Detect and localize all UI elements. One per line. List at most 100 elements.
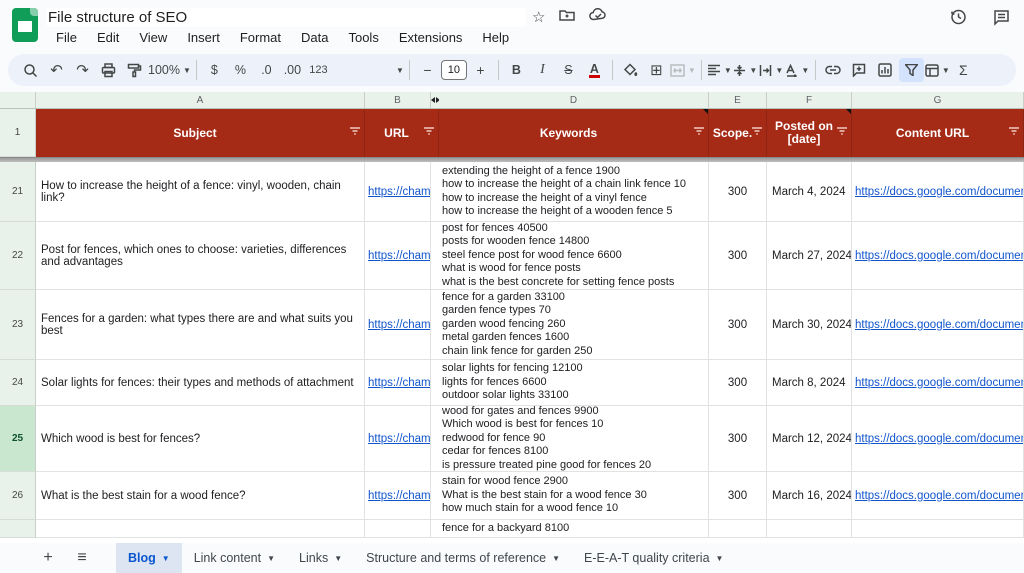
posted-date-cell[interactable]: March 30, 2024 (767, 290, 852, 360)
search-icon[interactable] (18, 58, 43, 82)
row-header-21[interactable]: 21 (0, 162, 36, 222)
url-link[interactable]: https://chamb (368, 319, 431, 331)
scope-cell[interactable]: 300 (709, 406, 767, 472)
menu-file[interactable]: File (48, 28, 85, 47)
redo-icon[interactable]: ↷ (70, 58, 95, 82)
filter-icon[interactable] (751, 127, 763, 140)
scope-cell[interactable]: 300 (709, 222, 767, 290)
sheet-tab-e-e-a-t-quality-criteria[interactable]: E-E-A-T quality criteria▼ (572, 543, 735, 573)
posted-date-cell[interactable]: March 16, 2024 (767, 472, 852, 520)
column-header-D[interactable]: D (439, 92, 709, 109)
grid-corner-select-all[interactable] (0, 92, 36, 109)
content-url-cell[interactable]: https://docs.google.com/document (852, 290, 1024, 360)
row-header-24[interactable]: 24 (0, 360, 36, 406)
menu-extensions[interactable]: Extensions (391, 28, 471, 47)
scope-cell[interactable]: 300 (709, 360, 767, 406)
vertical-align-icon[interactable]: ▼ (733, 58, 758, 82)
header-cell-posted-on-date-[interactable]: Posted on [date] (767, 109, 852, 157)
increase-font-size-button[interactable]: + (468, 58, 493, 82)
posted-date-cell[interactable] (767, 520, 852, 538)
font-size-input[interactable]: 10 (441, 60, 467, 80)
more-formats-button[interactable]: 123 (306, 58, 331, 82)
insert-comment-icon[interactable] (847, 58, 872, 82)
hidden-column-indicator[interactable] (431, 92, 439, 109)
decrease-font-size-button[interactable]: − (415, 58, 440, 82)
italic-button[interactable]: I (530, 58, 555, 82)
row-header-26[interactable]: 26 (0, 472, 36, 520)
comments-icon[interactable] (993, 9, 1010, 31)
row-header-23[interactable]: 23 (0, 290, 36, 360)
url-link[interactable]: https://chamb (368, 433, 431, 445)
posted-date-cell[interactable]: March 4, 2024 (767, 162, 852, 222)
format-currency-button[interactable]: $ (202, 58, 227, 82)
menu-insert[interactable]: Insert (179, 28, 228, 47)
all-sheets-icon[interactable]: ≡ (68, 549, 96, 567)
sheet-tab-structure-and-terms-of-reference[interactable]: Structure and terms of reference▼ (354, 543, 572, 573)
content-url-cell[interactable] (852, 520, 1024, 538)
filter-icon[interactable] (693, 127, 705, 140)
borders-icon[interactable]: ⊞ (644, 58, 669, 82)
scope-cell[interactable]: 300 (709, 290, 767, 360)
zoom-select[interactable]: 100%▼ (148, 58, 191, 82)
posted-date-cell[interactable]: March 12, 2024 (767, 406, 852, 472)
version-history-icon[interactable] (949, 8, 967, 31)
scope-cell[interactable]: 300 (709, 472, 767, 520)
menu-format[interactable]: Format (232, 28, 289, 47)
keywords-cell[interactable]: wood for gates and fences 9900 Which woo… (439, 406, 709, 472)
row-header-27[interactable] (0, 520, 36, 538)
font-family-select[interactable]: ▼ (332, 58, 404, 82)
url-link[interactable]: https://chamb (368, 377, 431, 389)
header-cell-keywords[interactable]: Keywords (439, 109, 709, 157)
column-header-E[interactable]: E (709, 92, 767, 109)
sheets-logo-icon[interactable] (12, 8, 38, 42)
content-url-link[interactable]: https://docs.google.com/document (855, 377, 1024, 389)
url-cell[interactable]: https://chamb (365, 360, 431, 406)
subject-cell[interactable]: Solar lights for fences: their types and… (36, 360, 365, 406)
text-color-button[interactable]: A (582, 58, 607, 82)
column-header-B[interactable]: B (365, 92, 431, 109)
subject-cell[interactable]: Which wood is best for fences? (36, 406, 365, 472)
scope-cell[interactable]: 300 (709, 162, 767, 222)
subject-cell[interactable]: Fences for a garden: what types there ar… (36, 290, 365, 360)
keywords-cell[interactable]: extending the height of a fence 1900 how… (439, 162, 709, 222)
header-cell-subject[interactable]: Subject (36, 109, 365, 157)
url-cell[interactable]: https://chamb (365, 162, 431, 222)
subject-cell[interactable]: How to increase the height of a fence: v… (36, 162, 365, 222)
undo-icon[interactable]: ↶ (44, 58, 69, 82)
spreadsheet-title[interactable]: File structure of SEO (46, 8, 526, 27)
filter-icon[interactable] (836, 127, 848, 140)
text-rotation-icon[interactable]: ▼ (785, 58, 810, 82)
filter-icon[interactable] (423, 127, 435, 140)
url-cell[interactable] (365, 520, 431, 538)
content-url-cell[interactable]: https://docs.google.com/document (852, 406, 1024, 472)
move-to-folder-icon[interactable] (559, 8, 575, 27)
url-cell[interactable]: https://chamb (365, 472, 431, 520)
filter-icon[interactable] (1008, 127, 1020, 140)
url-cell[interactable]: https://chamb (365, 406, 431, 472)
keywords-cell[interactable]: fence for a backyard 8100 (439, 520, 709, 538)
fill-color-icon[interactable] (618, 58, 643, 82)
cloud-status-icon[interactable] (589, 8, 607, 26)
column-header-A[interactable]: A (36, 92, 365, 109)
header-cell-content-url[interactable]: Content URL (852, 109, 1024, 157)
menu-edit[interactable]: Edit (89, 28, 127, 47)
menu-data[interactable]: Data (293, 28, 336, 47)
add-sheet-icon[interactable]: + (34, 549, 62, 567)
print-icon[interactable] (96, 58, 121, 82)
keywords-cell[interactable]: fence for a garden 33100 garden fence ty… (439, 290, 709, 360)
header-cell-scope-[interactable]: Scope. (709, 109, 767, 157)
posted-date-cell[interactable]: March 27, 2024 (767, 222, 852, 290)
content-url-link[interactable]: https://docs.google.com/document (855, 490, 1024, 502)
content-url-link[interactable]: https://docs.google.com/document (855, 319, 1024, 331)
subject-cell[interactable] (36, 520, 365, 538)
url-cell[interactable]: https://chamb (365, 290, 431, 360)
bold-button[interactable]: B (504, 58, 529, 82)
merge-cells-icon[interactable]: ▼ (670, 58, 696, 82)
filter-views-icon[interactable]: ▼ (925, 58, 950, 82)
insert-link-icon[interactable] (821, 58, 846, 82)
scope-cell[interactable] (709, 520, 767, 538)
sheet-tab-blog[interactable]: Blog▼ (116, 543, 182, 573)
subject-cell[interactable]: What is the best stain for a wood fence? (36, 472, 365, 520)
unhide-left-icon[interactable] (431, 97, 435, 103)
url-link[interactable]: https://chamb (368, 250, 431, 262)
